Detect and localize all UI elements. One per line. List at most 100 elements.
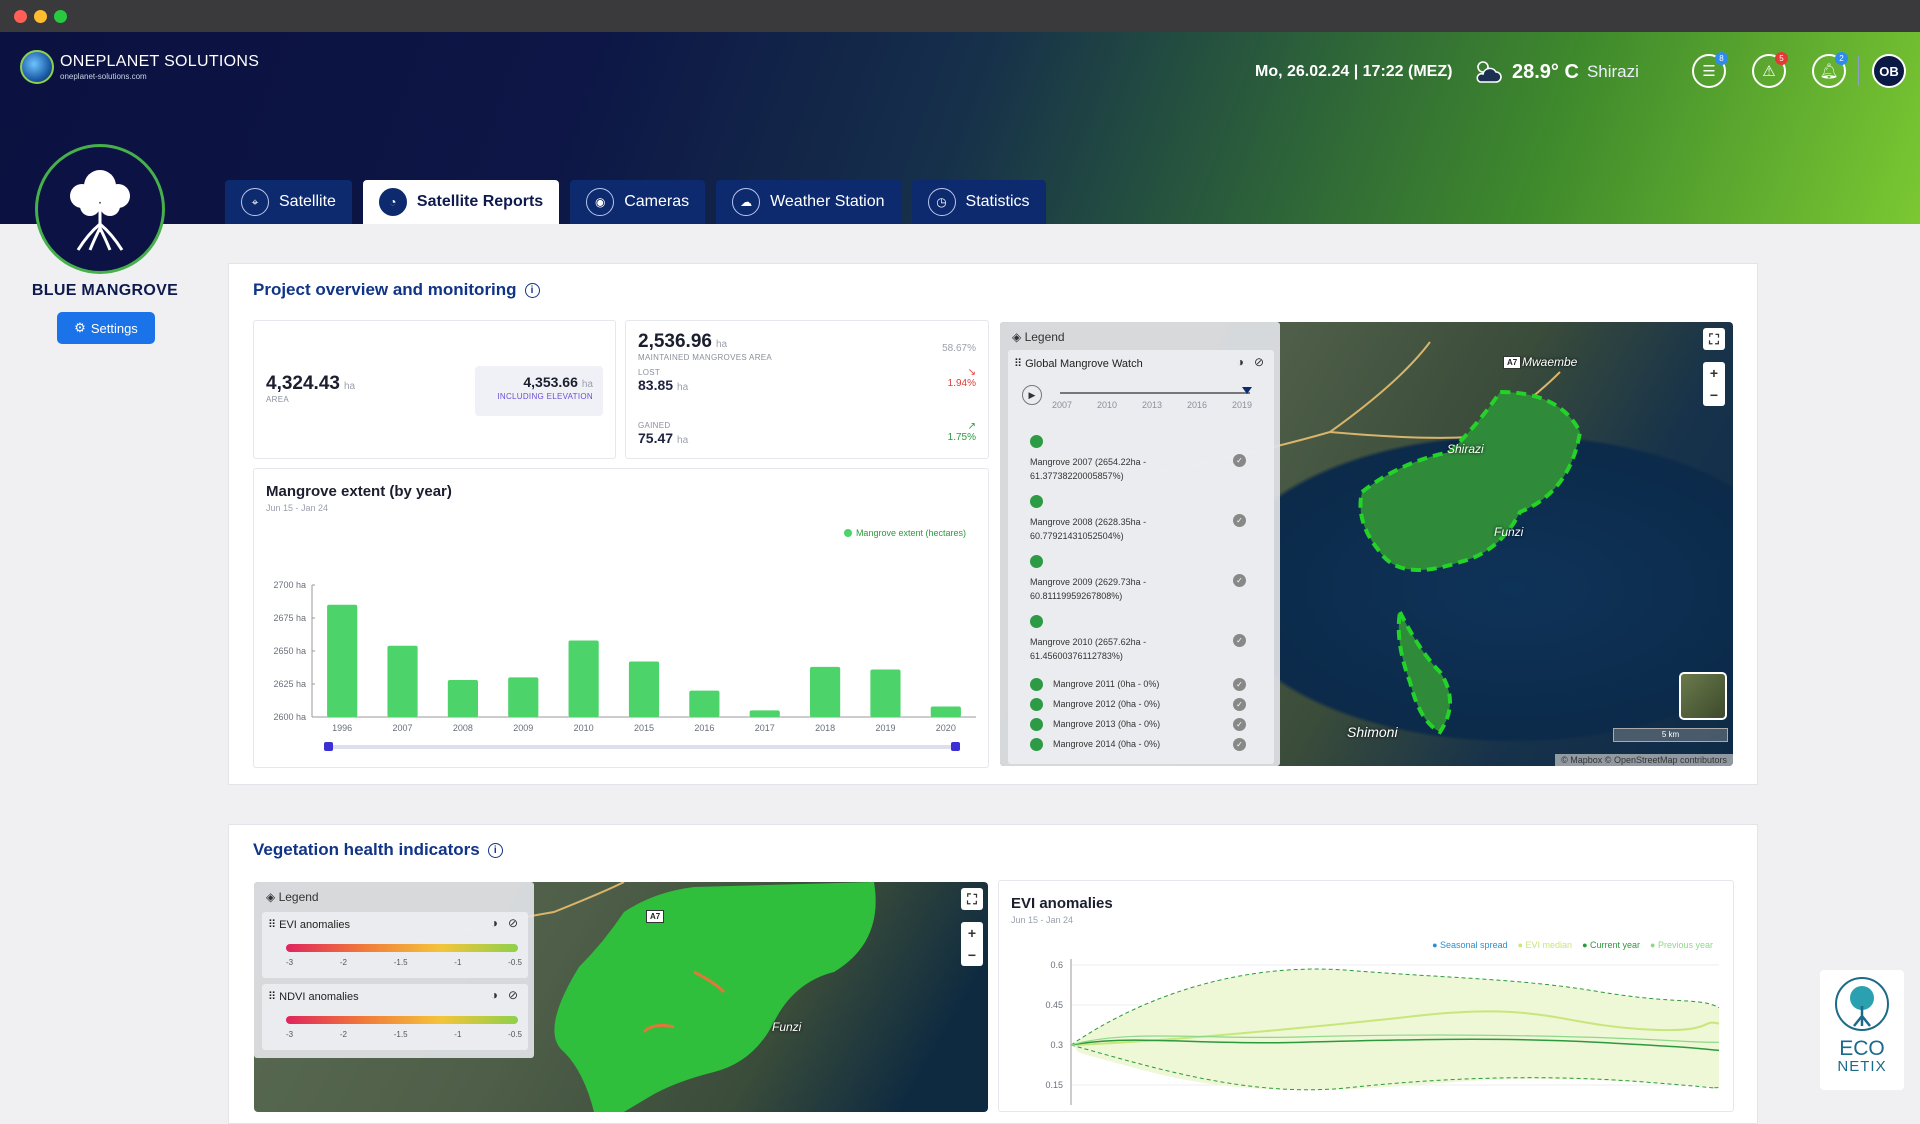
tree-logo-icon bbox=[1835, 977, 1889, 1031]
map-attribution[interactable]: © Mapbox © OpenStreetMap contributors bbox=[1555, 754, 1733, 766]
x-tick-label: 1996 bbox=[332, 723, 352, 733]
y-tick-label: 0.3 bbox=[1050, 1040, 1063, 1050]
road-label: A7 bbox=[1503, 356, 1522, 369]
entry-label: Mangrove 2012 (0ha - 0%) bbox=[1053, 699, 1161, 709]
fullscreen-button[interactable]: ⛶ bbox=[1703, 328, 1725, 350]
map-pin-icon: ⌖ bbox=[241, 188, 269, 216]
map-legend: ◈ Legend ⠿ Global Mangrove Watch ◑ ⊘ ▶ 2… bbox=[1000, 322, 1280, 766]
project-name: BLUE MANGROVE bbox=[31, 282, 179, 299]
opacity-icon[interactable]: ◑ bbox=[491, 916, 498, 930]
swatch-icon bbox=[1030, 677, 1043, 691]
check-icon[interactable]: ✓ bbox=[1233, 574, 1246, 587]
bar bbox=[508, 677, 539, 717]
list-item[interactable]: Mangrove 2013 (0ha - 0%) ✓ bbox=[1030, 714, 1270, 734]
opacity-icon[interactable]: ◑ bbox=[1237, 355, 1244, 369]
x-tick-label: 2010 bbox=[574, 723, 594, 733]
evi-chart-card: EVI anomalies Jun 15 - Jan 24 ● Seasonal… bbox=[998, 880, 1734, 1112]
place-label-shirazi: Shirazi bbox=[1447, 442, 1484, 456]
notifications-button[interactable]: 🔔︎ 2 bbox=[1812, 52, 1848, 88]
vegetation-map[interactable]: ◈ Legend ⠿ EVI anomalies ◑ ⊘ -3 -2 -1.5 -1-… bbox=[254, 882, 988, 1112]
tab-weather-station[interactable]: ☁ Weather Station bbox=[716, 180, 901, 224]
info-icon[interactable]: i bbox=[524, 283, 540, 299]
minimize-window-button[interactable] bbox=[34, 10, 47, 23]
tab-cameras[interactable]: ◉ Cameras bbox=[570, 180, 706, 224]
legend-header[interactable]: ◈ Legend bbox=[266, 890, 319, 904]
list-item[interactable]: Mangrove 2007 (2654.22ha - 61.3773822000… bbox=[1030, 435, 1270, 495]
basemap-toggle-button[interactable] bbox=[1679, 672, 1727, 720]
tab-satellite-reports[interactable]: ◔ Satellite Reports bbox=[362, 180, 560, 224]
legend-header[interactable]: ◈ Legend bbox=[1012, 330, 1065, 344]
timeline-slider[interactable] bbox=[1060, 392, 1250, 394]
year-label: 2013 bbox=[1141, 400, 1162, 410]
play-button[interactable]: ▶ bbox=[1022, 385, 1042, 405]
list-item[interactable]: Mangrove 2011 (0ha - 0%) ✓ bbox=[1030, 674, 1270, 694]
maximize-window-button[interactable] bbox=[54, 10, 67, 23]
timeline-handle[interactable] bbox=[1242, 387, 1252, 394]
alerts-button[interactable]: ⚠ 5 bbox=[1752, 52, 1788, 88]
info-icon[interactable]: i bbox=[487, 843, 503, 859]
maintained-caption: MAINTAINED MANGROVES AREA bbox=[638, 353, 773, 362]
zoom-out-button[interactable]: − bbox=[1703, 384, 1725, 406]
legend-title: Legend bbox=[278, 890, 319, 904]
range-slider-track bbox=[324, 745, 960, 749]
bar bbox=[810, 666, 841, 717]
range-slider-end-handle[interactable] bbox=[951, 742, 960, 751]
check-icon[interactable]: ✓ bbox=[1233, 634, 1246, 647]
fullscreen-button[interactable]: ⛶ bbox=[961, 888, 983, 910]
check-icon[interactable]: ✓ bbox=[1233, 514, 1246, 527]
zoom-in-button[interactable]: + bbox=[1703, 362, 1725, 384]
weather-widget: 28.9° C Shirazi bbox=[1472, 58, 1639, 86]
user-avatar[interactable]: OB bbox=[1872, 54, 1906, 88]
area-caption: AREA bbox=[266, 395, 289, 404]
range-slider-start-handle[interactable] bbox=[324, 742, 333, 751]
swatch-icon bbox=[1030, 435, 1043, 448]
list-item[interactable]: Mangrove 2014 (0ha - 0%) ✓ bbox=[1030, 734, 1270, 754]
settings-button[interactable]: ⚙ Settings bbox=[57, 312, 155, 344]
opacity-icon[interactable]: ◑ bbox=[491, 988, 498, 1002]
tasks-button[interactable]: ☰ 8 bbox=[1692, 52, 1728, 88]
check-icon[interactable]: ✓ bbox=[1233, 677, 1246, 691]
tab-label: Cameras bbox=[624, 193, 690, 210]
bar bbox=[689, 690, 720, 717]
brand-name: ONEPLANET SOLUTIONS bbox=[60, 53, 260, 70]
close-window-button[interactable] bbox=[14, 10, 27, 23]
check-icon[interactable]: ✓ bbox=[1233, 697, 1246, 711]
tick-label: -3 bbox=[286, 958, 294, 967]
maintained-unit: ha bbox=[715, 339, 728, 350]
econetix-badge[interactable]: ECO NETIX bbox=[1820, 970, 1904, 1090]
tab-satellite[interactable]: ⌖ Satellite bbox=[225, 180, 352, 224]
zoom-in-button[interactable]: + bbox=[961, 922, 983, 944]
brand-logo[interactable]: ONEPLANET SOLUTIONS oneplanet-solutions.… bbox=[20, 50, 259, 84]
check-icon[interactable]: ✓ bbox=[1233, 717, 1246, 731]
visibility-off-icon[interactable]: ⊘ bbox=[508, 988, 518, 1002]
place-label-shimoni: Shimoni bbox=[1347, 724, 1398, 740]
drag-handle-icon[interactable]: ⠿ bbox=[268, 919, 279, 931]
tick-label: -1 bbox=[454, 958, 462, 967]
list-item[interactable]: Mangrove 2010 (2657.62ha - 61.4560037611… bbox=[1030, 615, 1270, 675]
list-item[interactable]: Mangrove 2008 (2628.35ha - 60.7792143105… bbox=[1030, 495, 1270, 555]
check-icon[interactable]: ✓ bbox=[1233, 454, 1246, 467]
list-item[interactable]: Mangrove 2009 (2629.73ha - 60.8111995926… bbox=[1030, 555, 1270, 615]
maintained-percent: 58.67% bbox=[942, 343, 976, 354]
bar bbox=[568, 640, 599, 717]
x-tick-label: 2009 bbox=[513, 723, 533, 733]
drag-handle-icon[interactable]: ⠿ bbox=[1014, 358, 1025, 370]
x-tick-label: 2017 bbox=[755, 723, 775, 733]
timeline-years: 2007 2010 2013 2016 2019 bbox=[1052, 400, 1252, 410]
tab-statistics[interactable]: ◷ Statistics bbox=[911, 180, 1046, 224]
zoom-out-button[interactable]: − bbox=[961, 944, 983, 966]
drag-handle-icon[interactable]: ⠿ bbox=[268, 991, 279, 1003]
datetime: Mo, 26.02.24 | 17:22 (MEZ) bbox=[1255, 63, 1453, 80]
tasks-badge: 8 bbox=[1715, 52, 1728, 65]
visibility-off-icon[interactable]: ⊘ bbox=[1254, 355, 1264, 369]
swatch-icon bbox=[1030, 495, 1043, 508]
check-icon[interactable]: ✓ bbox=[1233, 737, 1246, 751]
layer-row: ⠿ Global Mangrove Watch bbox=[1014, 357, 1143, 370]
list-item[interactable]: Mangrove 2012 (0ha - 0%) ✓ bbox=[1030, 694, 1270, 714]
y-tick-label: 2600 ha bbox=[273, 712, 306, 722]
entry-label: Mangrove 2011 (0ha - 0%) bbox=[1053, 679, 1160, 689]
visibility-off-icon[interactable]: ⊘ bbox=[508, 916, 518, 930]
bar bbox=[327, 604, 358, 717]
mangrove-map[interactable]: ◈ Legend ⠿ Global Mangrove Watch ◑ ⊘ ▶ 2… bbox=[1000, 322, 1733, 766]
alerts-badge: 5 bbox=[1775, 52, 1788, 65]
